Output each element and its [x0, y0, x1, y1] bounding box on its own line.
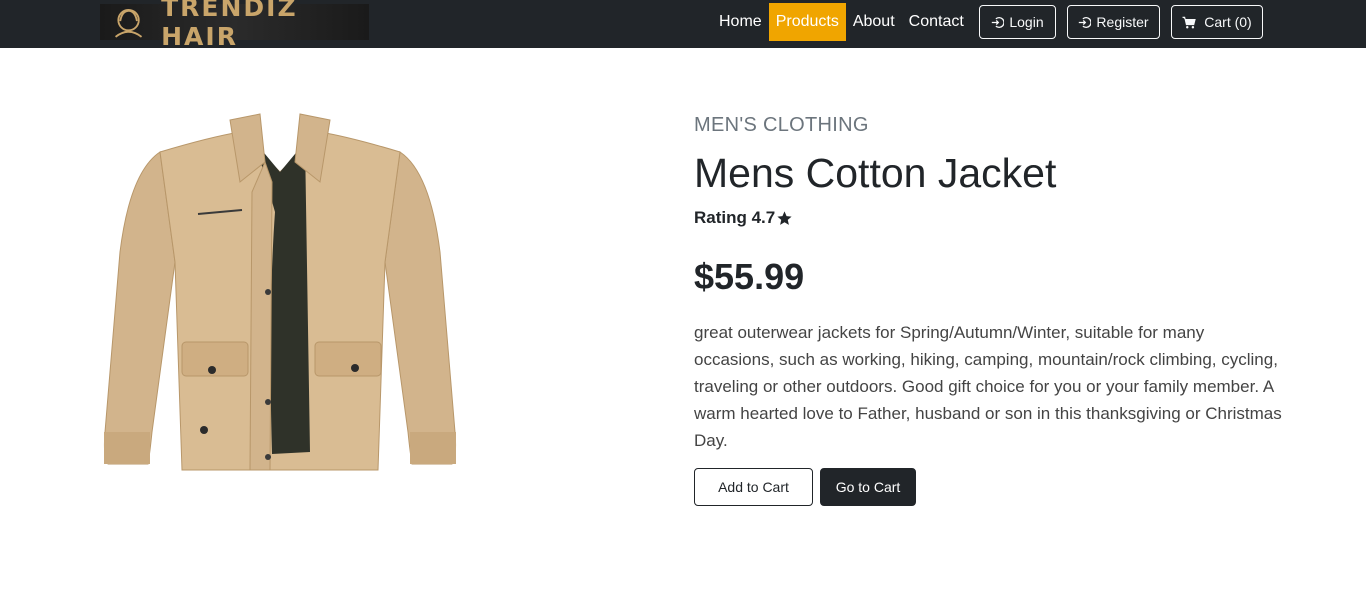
register-icon — [1079, 16, 1092, 28]
jacket-right-pocket — [314, 341, 382, 377]
jacket-left-sleeve — [103, 151, 176, 465]
register-label: Register — [1096, 14, 1149, 30]
nav-link-contact[interactable]: Contact — [902, 3, 971, 41]
product-rating: Rating 4.7 — [694, 208, 793, 228]
product-title: Mens Cotton Jacket — [694, 150, 1057, 196]
brand-emblem-icon — [114, 9, 143, 38]
rating-label: Rating 4.7 — [694, 208, 776, 227]
register-button[interactable]: Register — [1067, 5, 1160, 39]
cart-button[interactable]: Cart (0) — [1171, 5, 1263, 39]
product-description: great outerwear jackets for Spring/Autum… — [694, 323, 1282, 450]
nav-link-products[interactable]: Products — [768, 3, 846, 41]
jacket-right-sleeve — [384, 151, 457, 465]
login-button[interactable]: Login — [979, 5, 1056, 39]
brand-logo[interactable]: TRENDIZ HAIR — [100, 0, 369, 51]
product-price: $55.99 — [694, 256, 805, 297]
star-icon — [777, 210, 792, 225]
jacket-right-cuff — [410, 432, 456, 464]
nav-link-about[interactable]: About — [846, 3, 902, 41]
brand-name: TRENDIZ HAIR — [161, 0, 298, 51]
cart-icon — [1182, 16, 1196, 28]
jacket-front-placket — [249, 160, 273, 471]
login-icon — [992, 16, 1005, 28]
add-to-cart-button[interactable]: Add to Cart — [694, 468, 813, 506]
nav-link-home[interactable]: Home — [712, 3, 769, 41]
login-label: Login — [1009, 14, 1044, 30]
jacket-left-cuff — [104, 432, 150, 464]
product-image — [103, 113, 457, 471]
go-to-cart-button[interactable]: Go to Cart — [820, 468, 916, 506]
nav-links: Home Products About Contact — [712, 3, 971, 41]
navbar: TRENDIZ HAIR Home Products About Contact… — [0, 0, 1366, 51]
product-category: MEN'S CLOTHING — [694, 114, 869, 136]
cart-label: Cart (0) — [1204, 14, 1252, 30]
